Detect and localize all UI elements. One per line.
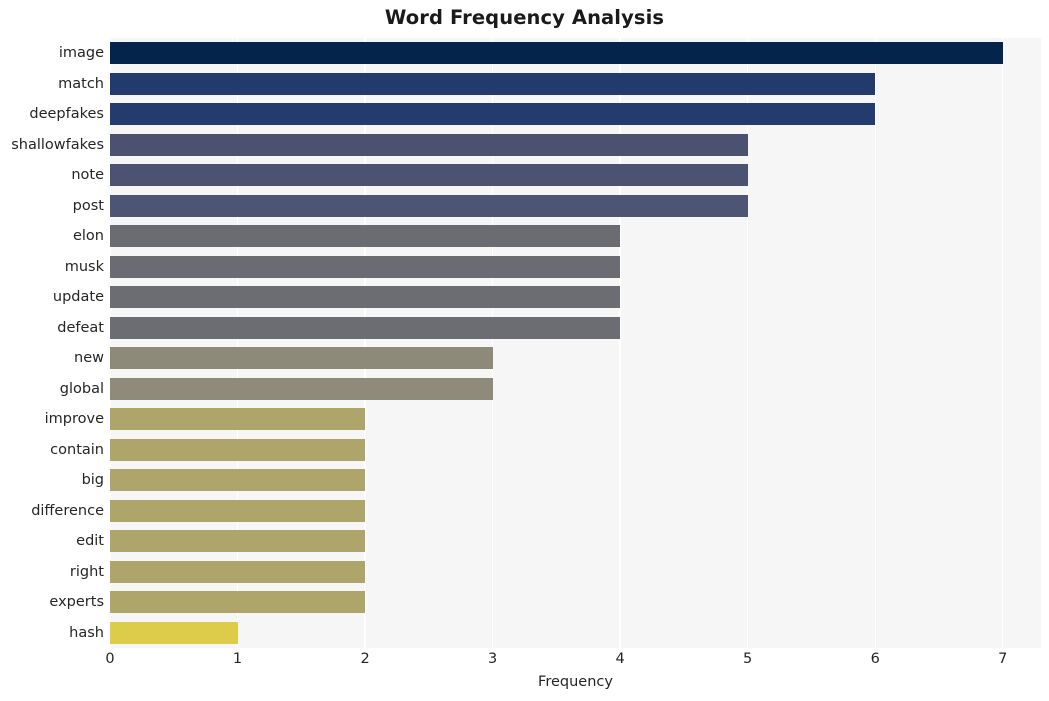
bar-row: [110, 344, 1041, 373]
y-tick-label-new: new: [74, 350, 104, 367]
bar-row: [110, 374, 1041, 403]
y-tick-label-defeat: defeat: [57, 319, 104, 336]
bar-row: [110, 161, 1041, 190]
bar-deepfakes: [110, 103, 876, 126]
bar-image: [110, 42, 1003, 65]
y-tick-label-edit: edit: [76, 533, 104, 550]
bar-row: [110, 313, 1041, 342]
x-axis-title: Frequency: [538, 674, 613, 690]
bar-row: [110, 252, 1041, 281]
y-tick-label-update: update: [52, 289, 104, 306]
bar-hash: [110, 621, 238, 644]
bar-right: [110, 560, 366, 583]
bar-row: [110, 39, 1041, 68]
bar-row: [110, 557, 1041, 586]
bar-row: [110, 496, 1041, 525]
bar-row: [110, 466, 1041, 495]
y-tick-label-image: image: [58, 45, 104, 62]
bar-experts: [110, 591, 366, 614]
bar-row: [110, 405, 1041, 434]
x-tick-label-1: 1: [232, 651, 243, 667]
y-tick-label-hash: hash: [69, 624, 104, 641]
bar-edit: [110, 530, 366, 553]
x-axis-tick-labels: 0 1 2 3 4 5 6 7: [105, 650, 1041, 672]
bar-row: [110, 283, 1041, 312]
bar-row: [110, 588, 1041, 617]
y-tick-label-musk: musk: [64, 258, 104, 275]
bar-row: [110, 435, 1041, 464]
y-tick-label-match: match: [58, 75, 104, 92]
y-tick-label-elon: elon: [72, 228, 104, 245]
bar-row: [110, 191, 1041, 220]
bar-row: [110, 69, 1041, 98]
bar-shallowfakes: [110, 133, 748, 156]
bar-big: [110, 469, 366, 492]
bar-new: [110, 347, 493, 370]
bar-contain: [110, 438, 366, 461]
bar-improve: [110, 408, 366, 431]
bar-row: [110, 130, 1041, 159]
y-tick-label-global: global: [59, 380, 104, 397]
bar-global: [110, 377, 493, 400]
bar-defeat: [110, 316, 621, 339]
x-tick-label-7: 7: [998, 651, 1008, 667]
bar-note: [110, 164, 748, 187]
plot-area: [110, 38, 1041, 648]
y-axis-tick-labels: image match deepfakes shallowfakes note post e…: [0, 38, 104, 648]
bar-elon: [110, 225, 621, 248]
x-tick-label-4: 4: [615, 651, 625, 667]
page-title: Word Frequency Analysis: [384, 6, 665, 29]
x-tick-label-2: 2: [360, 651, 370, 667]
y-tick-label-shallowfakes: shallowfakes: [11, 136, 104, 153]
y-tick-label-improve: improve: [44, 411, 104, 428]
y-tick-label-deepfakes: deepfakes: [29, 106, 104, 123]
y-tick-label-contain: contain: [50, 441, 104, 458]
bar-update: [110, 286, 621, 309]
bar-match: [110, 72, 876, 95]
y-tick-label-big: big: [81, 472, 104, 489]
chart-figure: Word Frequency Analysis image match deepfa…: [0, 0, 1049, 701]
x-tick-label-0: 0: [105, 651, 115, 667]
bar-post: [110, 194, 748, 217]
bar-difference: [110, 499, 366, 522]
y-tick-label-experts: experts: [49, 594, 104, 611]
y-tick-label-post: post: [72, 197, 104, 214]
y-tick-label-difference: difference: [31, 502, 104, 519]
y-tick-label-note: note: [71, 167, 104, 184]
bar-row: [110, 618, 1041, 647]
x-tick-label-5: 5: [743, 651, 753, 667]
x-tick-label-3: 3: [487, 651, 498, 667]
bar-row: [110, 222, 1041, 251]
bar-row: [110, 100, 1041, 129]
bar-row: [110, 527, 1041, 556]
bar-musk: [110, 255, 621, 278]
y-tick-label-right: right: [69, 563, 104, 580]
x-tick-label-6: 6: [870, 651, 880, 667]
